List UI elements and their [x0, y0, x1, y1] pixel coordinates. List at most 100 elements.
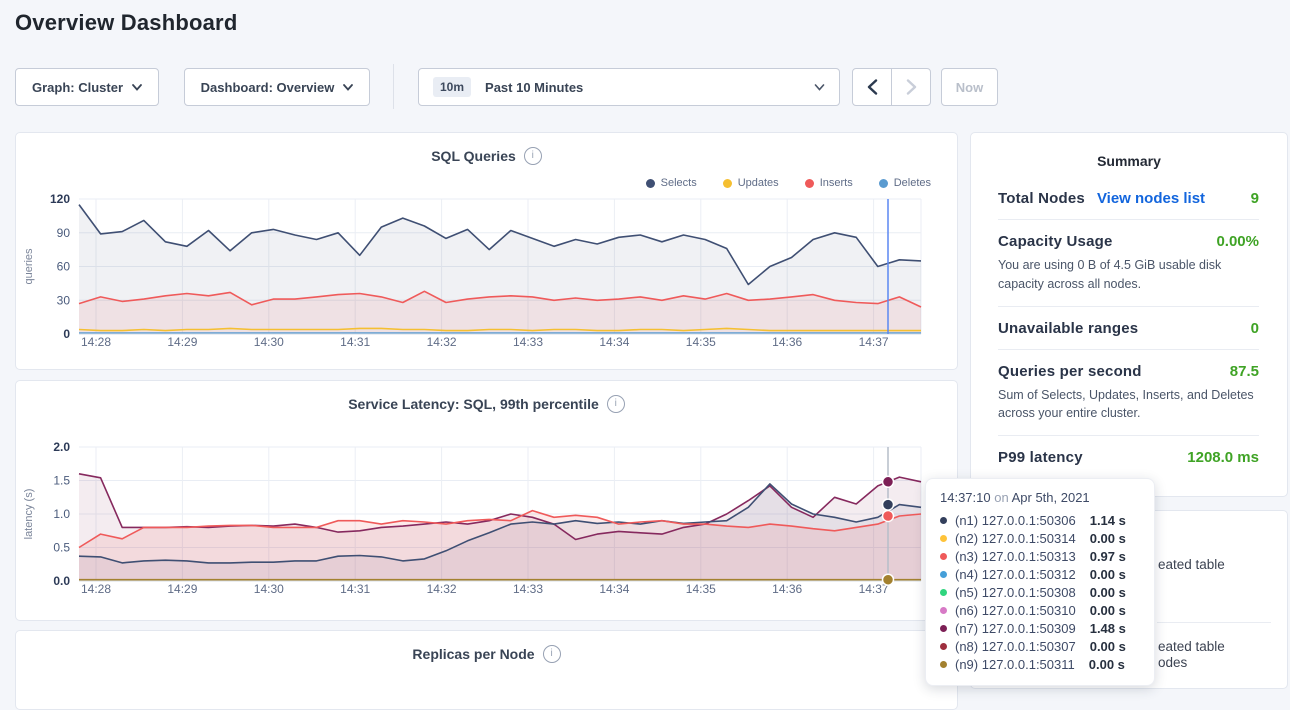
svg-text:14:34: 14:34: [599, 335, 629, 349]
service-latency-chart[interactable]: 14:2814:2914:3014:3114:3214:3314:3414:35…: [16, 431, 957, 603]
view-nodes-list-link[interactable]: View nodes list: [1097, 190, 1205, 207]
tooltip-node-label: (n6) 127.0.0.1:50310: [955, 603, 1076, 618]
svg-text:14:32: 14:32: [427, 335, 457, 349]
summary-stat-value: 0: [1251, 320, 1259, 337]
graph-dropdown[interactable]: Graph: Cluster: [15, 68, 159, 106]
graph-dropdown-label: Graph: Cluster: [32, 80, 123, 95]
chart-hover-tooltip: 14:37:10 on Apr 5th, 2021 (n1) 127.0.0.1…: [925, 478, 1155, 686]
dashboard-dropdown[interactable]: Dashboard: Overview: [184, 68, 370, 106]
tooltip-node-label: (n9) 127.0.0.1:50311: [955, 657, 1075, 672]
summary-stat: Total NodesView nodes list9: [998, 177, 1259, 220]
controls-divider: [393, 64, 394, 109]
svg-text:1.5: 1.5: [53, 474, 70, 488]
time-range-badge: 10m: [433, 77, 471, 97]
info-icon[interactable]: i: [543, 645, 561, 663]
tooltip-node-value: 0.00 s: [1090, 567, 1126, 582]
svg-text:14:36: 14:36: [772, 335, 802, 349]
tooltip-time: 14:37:10: [940, 490, 991, 505]
svg-text:60: 60: [57, 260, 71, 274]
tooltip-on: on: [994, 490, 1008, 505]
tooltip-node-label: (n2) 127.0.0.1:50314: [955, 531, 1076, 546]
summary-title: Summary: [971, 153, 1287, 169]
svg-text:14:35: 14:35: [686, 335, 716, 349]
tooltip-node-label: (n7) 127.0.0.1:50309: [955, 621, 1076, 636]
svg-text:14:29: 14:29: [167, 335, 197, 349]
svg-text:14:31: 14:31: [340, 335, 370, 349]
tooltip-node-value: 0.00 s: [1090, 603, 1126, 618]
series-color-dot: [940, 625, 947, 632]
events-divider: [1157, 622, 1271, 623]
svg-text:30: 30: [57, 293, 71, 307]
series-color-dot: [940, 589, 947, 596]
event-item-text: odes: [1158, 655, 1187, 670]
summary-stat-value: 9: [1251, 190, 1259, 207]
chevron-down-icon: [814, 84, 825, 91]
info-icon[interactable]: i: [524, 147, 542, 165]
time-range-selector[interactable]: 10m Past 10 Minutes: [418, 68, 840, 106]
now-button[interactable]: Now: [941, 68, 998, 106]
svg-text:14:35: 14:35: [686, 582, 716, 596]
tooltip-row: (n3) 127.0.0.1:50313 0.97 s: [940, 547, 1140, 565]
tooltip-node-value: 0.00 s: [1090, 639, 1126, 654]
series-color-dot: [940, 553, 947, 560]
sql-queries-header: SQL Queries i: [16, 147, 957, 165]
svg-text:14:33: 14:33: [513, 582, 543, 596]
summary-stat-value: 1208.0 ms: [1187, 449, 1259, 466]
summary-stats: Total NodesView nodes list9Capacity Usag…: [971, 169, 1287, 478]
tooltip-row: (n8) 127.0.0.1:50307 0.00 s: [940, 637, 1140, 655]
series-color-dot: [940, 517, 947, 524]
time-prev-button[interactable]: [852, 68, 892, 106]
tooltip-node-label: (n5) 127.0.0.1:50308: [955, 585, 1076, 600]
service-latency-panel: Service Latency: SQL, 99th percentile i …: [15, 380, 958, 621]
tooltip-node-label: (n4) 127.0.0.1:50312: [955, 567, 1076, 582]
tooltip-row: (n6) 127.0.0.1:50310 0.00 s: [940, 601, 1140, 619]
tooltip-row: (n7) 127.0.0.1:50309 1.48 s: [940, 619, 1140, 637]
tooltip-node-label: (n3) 127.0.0.1:50313: [955, 549, 1076, 564]
dashboard-dropdown-label: Dashboard: Overview: [201, 80, 335, 95]
time-next-button[interactable]: [891, 68, 931, 106]
svg-text:14:37: 14:37: [859, 335, 889, 349]
svg-text:0: 0: [63, 327, 70, 341]
tooltip-row: (n9) 127.0.0.1:50311 0.00 s: [940, 655, 1140, 673]
tooltip-node-value: 1.48 s: [1090, 621, 1126, 636]
tooltip-row: (n1) 127.0.0.1:503061.14 s: [940, 511, 1140, 529]
sql-queries-chart[interactable]: 14:2814:2914:3014:3114:3214:3314:3414:35…: [16, 179, 957, 351]
svg-text:1.0: 1.0: [53, 507, 70, 521]
series-color-dot: [940, 535, 947, 542]
tooltip-rows: (n1) 127.0.0.1:503061.14 s(n2) 127.0.0.1…: [940, 511, 1140, 673]
tooltip-node-value: 0.00 s: [1090, 531, 1126, 546]
svg-text:2.0: 2.0: [53, 440, 70, 454]
tooltip-node-label: (n1) 127.0.0.1:50306: [955, 513, 1076, 528]
summary-stat-value: 87.5: [1230, 363, 1259, 380]
svg-text:14:34: 14:34: [599, 582, 629, 596]
svg-text:0.5: 0.5: [53, 541, 70, 555]
summary-panel: Summary Total NodesView nodes list9Capac…: [970, 132, 1288, 497]
tooltip-node-value: 0.00 s: [1090, 585, 1126, 600]
svg-text:14:30: 14:30: [254, 582, 284, 596]
summary-stat-description: You are using 0 B of 4.5 GiB usable disk…: [998, 256, 1259, 294]
time-range-label: Past 10 Minutes: [485, 80, 583, 95]
tooltip-row: (n2) 127.0.0.1:50314 0.00 s: [940, 529, 1140, 547]
event-item-text: eated table: [1158, 557, 1225, 572]
tooltip-node-value: 0.00 s: [1089, 657, 1125, 672]
tooltip-row: (n5) 127.0.0.1:50308 0.00 s: [940, 583, 1140, 601]
service-latency-title: Service Latency: SQL, 99th percentile: [348, 396, 599, 412]
summary-stat-description: Sum of Selects, Updates, Inserts, and De…: [998, 386, 1259, 424]
summary-stat-label: Queries per second: [998, 363, 1142, 380]
tooltip-node-label: (n8) 127.0.0.1:50307: [955, 639, 1076, 654]
sql-queries-panel: SQL Queries i SelectsUpdatesInsertsDelet…: [15, 132, 958, 370]
tooltip-node-value: 0.97 s: [1090, 549, 1126, 564]
svg-text:latency (s): latency (s): [23, 489, 35, 540]
tooltip-date: Apr 5th, 2021: [1012, 490, 1090, 505]
summary-stat-label: Capacity Usage: [998, 233, 1113, 250]
tooltip-timestamp: 14:37:10 on Apr 5th, 2021: [940, 490, 1140, 505]
svg-text:14:36: 14:36: [772, 582, 802, 596]
tooltip-row: (n4) 127.0.0.1:50312 0.00 s: [940, 565, 1140, 583]
replicas-per-node-title: Replicas per Node: [412, 646, 534, 662]
replicas-per-node-header: Replicas per Node i: [16, 645, 957, 663]
summary-stat: Unavailable ranges0: [998, 307, 1259, 350]
svg-text:14:31: 14:31: [340, 582, 370, 596]
info-icon[interactable]: i: [607, 395, 625, 413]
svg-text:14:29: 14:29: [167, 582, 197, 596]
svg-text:queries: queries: [23, 248, 35, 285]
